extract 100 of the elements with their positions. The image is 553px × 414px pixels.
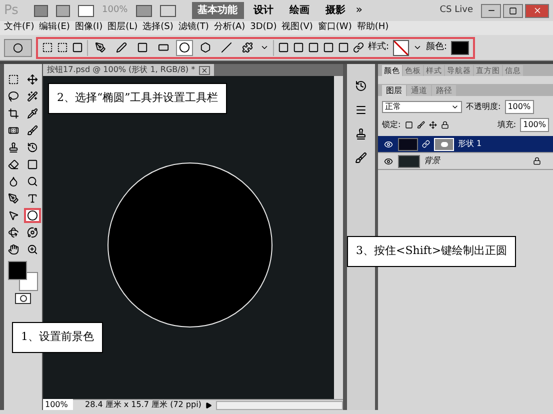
lock-all-icon[interactable]	[440, 121, 449, 129]
workspace-tab[interactable]: 摄影	[320, 2, 352, 19]
shape-layers-icon[interactable]	[42, 42, 53, 53]
close-icon	[532, 6, 542, 15]
layer-name: 背景	[424, 155, 440, 167]
panel-tab[interactable]: 路径	[432, 85, 456, 96]
style-swatch[interactable]	[393, 40, 410, 56]
lasso-icon	[8, 91, 19, 102]
quick-mask-icon[interactable]	[15, 293, 31, 304]
color-swatches-drawing[interactable]	[8, 261, 38, 291]
pen-icon	[8, 193, 19, 204]
style-label: 样式:	[368, 40, 390, 54]
move-icon	[27, 74, 38, 85]
menu-item[interactable]: 文件(F)	[4, 21, 34, 35]
menu-item[interactable]: 图像(I)	[74, 21, 103, 35]
workspace-tab[interactable]: 设计	[248, 2, 280, 19]
layer-thumbnail	[398, 154, 420, 168]
more-workspaces[interactable]: »	[356, 2, 362, 19]
crop-icon	[8, 108, 19, 119]
zoom-field[interactable]: 100%	[43, 399, 73, 411]
pen-icon	[95, 42, 106, 53]
workspace-tab[interactable]: 基本功能	[192, 2, 244, 19]
layer-row[interactable]: 形状 1	[378, 136, 553, 153]
menu-item[interactable]: 编辑(E)	[39, 21, 70, 35]
healing-icon	[8, 125, 19, 136]
lock-icon	[533, 157, 541, 165]
wand-icon	[27, 91, 38, 102]
callout-label: 2、选择“椭圆”工具并设置工具栏	[48, 83, 228, 114]
color-swatch[interactable]	[451, 40, 470, 54]
workspace-tab[interactable]: 绘画	[284, 2, 316, 19]
vector-mask-thumbnail	[434, 138, 454, 150]
tool-preset-picker[interactable]	[4, 38, 32, 56]
vertical-scrollbar[interactable]	[334, 76, 343, 399]
doc-info-text: 28.4 厘米 x 15.7 厘米 (72 ppi)	[85, 399, 202, 411]
maximize-icon	[509, 6, 517, 14]
menu-item[interactable]: 滤镜(T)	[178, 21, 209, 35]
layer-name: 形状 1	[458, 138, 482, 150]
minimize-button[interactable]	[481, 4, 501, 18]
app-logo: Ps	[4, 2, 20, 20]
ellipse-icon	[27, 210, 38, 221]
visibility-eye-icon[interactable]	[384, 156, 392, 166]
layer-row[interactable]: 背景	[378, 153, 553, 170]
rectangle-icon	[137, 42, 148, 53]
marquee-icon	[8, 74, 19, 85]
zoom-icon	[27, 244, 38, 255]
maximize-button[interactable]	[503, 4, 523, 18]
ellipse-icon	[13, 42, 23, 52]
opacity-field[interactable]: 100%	[504, 100, 534, 114]
ellipse-icon	[179, 42, 190, 53]
fill-pixels-icon[interactable]	[72, 42, 83, 53]
lock-pixels-icon[interactable]	[416, 121, 425, 129]
lock-position-icon[interactable]	[428, 121, 437, 129]
hand-icon	[8, 244, 19, 255]
menu-item[interactable]: 窗口(W)	[318, 21, 352, 35]
rounded-rectangle-icon	[158, 42, 169, 53]
ellipse-tool-button[interactable]	[176, 40, 193, 56]
document-tab[interactable]: 按钮17.psd @ 100% (形状 1, RGB/8) * ×	[43, 64, 214, 76]
menu-item[interactable]: 视图(V)	[282, 21, 313, 35]
fill-field[interactable]: 100%	[520, 118, 549, 132]
rotate-3d-icon	[8, 227, 19, 238]
brush-icon	[27, 125, 38, 136]
menu-item[interactable]: 帮助(H)	[356, 21, 389, 35]
history-panel-icon[interactable]	[355, 80, 367, 92]
fill-label: 填充:	[497, 119, 516, 131]
custom-shape-icon	[242, 42, 253, 53]
lock-label: 锁定:	[382, 119, 401, 131]
lock-transparency-icon[interactable]	[404, 121, 413, 129]
blur-icon	[8, 176, 19, 187]
callout-label: 3、按住<Shift>键绘制出正圆	[347, 236, 516, 266]
type-icon	[27, 193, 38, 204]
eraser-icon	[8, 159, 19, 170]
line-icon	[221, 42, 232, 53]
orbit-3d-icon	[27, 227, 38, 238]
blend-mode-select[interactable]: 正常	[382, 101, 462, 113]
callout-label: 1、设置前景色	[12, 322, 103, 352]
link-icon[interactable]	[353, 42, 364, 53]
status-menu-icon[interactable]	[205, 402, 212, 408]
menu-item[interactable]: 分析(A)	[214, 21, 246, 35]
menu-item[interactable]: 图层(L)	[108, 21, 138, 35]
style-caret-icon[interactable]	[413, 43, 422, 52]
panel-tab[interactable]: 图层	[382, 85, 406, 96]
blend-mode-value: 正常	[385, 101, 401, 113]
horizontal-scrollbar[interactable]	[216, 400, 343, 410]
opacity-label: 不透明度:	[466, 101, 501, 113]
ellipse-tool-button[interactable]	[24, 208, 41, 223]
stamp-icon	[8, 142, 19, 153]
select-icon	[8, 210, 19, 221]
menu-item[interactable]: 3D(D)	[250, 21, 277, 35]
freeform-pen-icon	[116, 42, 127, 53]
dropdown-caret-icon[interactable]	[260, 43, 269, 52]
menu-item[interactable]: 选择(S)	[142, 21, 174, 35]
link-icon	[422, 140, 430, 148]
dropdown-caret-icon	[451, 103, 459, 111]
clone-source-panel-icon[interactable]	[355, 128, 367, 140]
close-tab-button[interactable]: ×	[199, 66, 210, 74]
panel-tab[interactable]: 通道	[407, 85, 431, 96]
polygon-icon	[200, 42, 211, 53]
cs-live-button[interactable]: CS Live	[440, 4, 473, 18]
brush-panel-icon[interactable]	[355, 152, 367, 164]
eyedropper-icon	[27, 108, 38, 119]
